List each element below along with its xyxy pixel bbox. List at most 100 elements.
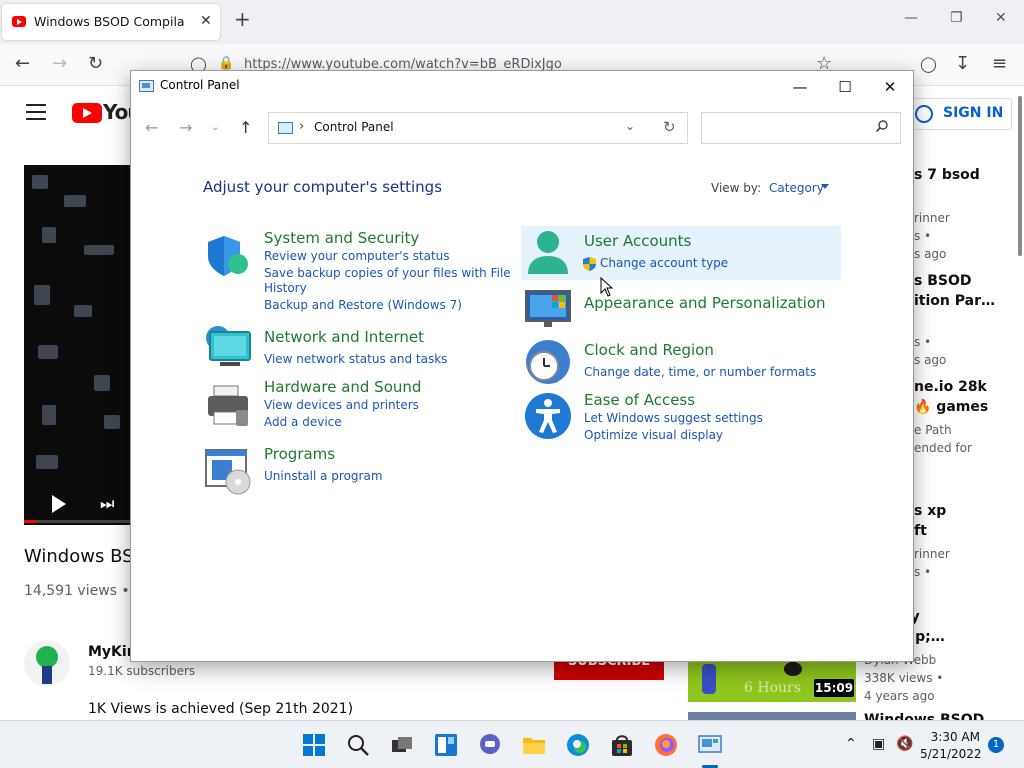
widgets-icon[interactable] [434, 733, 458, 757]
shield-icon[interactable] [204, 232, 252, 280]
chat-icon[interactable] [478, 733, 502, 757]
browser-close-button[interactable]: ✕ [995, 10, 1007, 26]
search-icon[interactable] [346, 733, 370, 757]
link-save-backup-line2[interactable]: History [264, 281, 307, 295]
volume-muted-icon[interactable]: 🔇 [896, 736, 913, 752]
chevron-down-icon[interactable] [821, 184, 829, 189]
link-optimize-visual-display[interactable]: Optimize visual display [584, 428, 723, 442]
category-user-accounts[interactable]: User Accounts [584, 232, 691, 250]
browser-restore-button[interactable]: ❐ [950, 10, 963, 26]
minimize-button[interactable]: — [777, 75, 823, 99]
control-panel-icon [278, 122, 293, 134]
search-icon [875, 120, 888, 133]
pocket-icon[interactable]: ◯ [920, 54, 937, 74]
forward-arrow-icon[interactable]: → [52, 54, 67, 74]
programs-icon[interactable] [204, 448, 252, 496]
account-icon [915, 105, 933, 123]
network-icon[interactable]: ▣ [872, 736, 885, 752]
play-icon[interactable] [52, 495, 66, 513]
page-scrollbar[interactable] [1018, 96, 1022, 256]
chevron-down-icon[interactable]: ⌄ [625, 119, 635, 133]
back-arrow-icon[interactable]: ← [145, 119, 158, 137]
recommendation-title-line2[interactable]: 🔥 games [914, 399, 994, 415]
recommendation-title[interactable]: Windows BSOD [864, 712, 994, 720]
recommendation-title[interactable]: s xp [914, 503, 994, 519]
category-ease-of-access[interactable]: Ease of Access [584, 391, 695, 409]
clock-time[interactable]: 3:30 AM [920, 730, 980, 744]
link-devices-printers[interactable]: View devices and printers [264, 398, 419, 412]
recommendation-channel: rinner [914, 211, 950, 225]
search-input[interactable] [701, 112, 901, 144]
link-change-account-type[interactable]: Change account type [600, 256, 728, 270]
forward-arrow-icon[interactable]: → [179, 119, 192, 137]
refresh-icon[interactable]: ↻ [663, 118, 676, 136]
tab-title: Windows BSOD Compilation #… [34, 14, 184, 29]
link-review-status[interactable]: Review your computer's status [264, 249, 450, 263]
clock-globe-icon[interactable] [524, 338, 572, 386]
reload-icon[interactable]: ↻ [88, 54, 103, 74]
printer-icon[interactable] [204, 382, 252, 430]
mouse-cursor-icon [600, 277, 614, 297]
next-track-icon[interactable]: ⏭ [100, 495, 118, 513]
youtube-logo-icon[interactable] [72, 103, 102, 123]
recommendation-title[interactable]: s 7 bsod [914, 167, 994, 183]
link-windows-suggest-settings[interactable]: Let Windows suggest settings [584, 411, 763, 425]
link-network-status[interactable]: View network status and tasks [264, 352, 447, 366]
view-by-dropdown[interactable]: Category [769, 181, 824, 195]
recommendation-title-line2[interactable]: ition Par… [914, 293, 994, 309]
address-bar[interactable]: › Control Panel ⌄ ↻ [268, 112, 688, 144]
link-uninstall-program[interactable]: Uninstall a program [264, 469, 383, 483]
category-clock-region[interactable]: Clock and Region [584, 341, 714, 359]
up-arrow-icon[interactable]: ↑ [239, 119, 252, 137]
breadcrumb[interactable]: Control Panel [314, 120, 394, 134]
recommendation-title[interactable]: s BSOD [914, 273, 994, 289]
link-change-date-time[interactable]: Change date, time, or number formats [584, 365, 816, 379]
video-player[interactable]: ⏭ [24, 165, 134, 525]
chevron-up-icon[interactable]: ⌃ [845, 736, 857, 752]
category-system-security[interactable]: System and Security [264, 229, 419, 247]
ease-of-access-icon[interactable] [524, 392, 572, 440]
downloads-icon[interactable]: ↧ [955, 54, 970, 74]
browser-minimize-button[interactable]: — [904, 10, 918, 26]
sign-in-button[interactable]: SIGN IN [906, 98, 1012, 130]
edge-icon[interactable] [566, 733, 590, 757]
recent-locations-chevron-icon[interactable]: ⌄ [211, 119, 219, 137]
video-progress-bar[interactable] [24, 520, 134, 523]
notification-badge[interactable]: 1 [988, 737, 1004, 753]
window-title-bar[interactable]: Control Panel — ☐ ✕ [131, 71, 913, 103]
recommendation-title[interactable]: ne.io 28k [914, 379, 994, 395]
category-hardware-sound[interactable]: Hardware and Sound [264, 378, 421, 396]
close-button[interactable]: ✕ [867, 75, 913, 99]
subscribe-button[interactable]: SUBSCRIBE [554, 660, 664, 680]
link-save-backup[interactable]: Save backup copies of your files with Fi… [264, 266, 511, 280]
channel-avatar[interactable] [24, 640, 70, 686]
hamburger-menu-icon[interactable] [26, 104, 46, 120]
store-icon[interactable] [610, 733, 634, 757]
network-globe-icon[interactable] [204, 324, 252, 372]
recommendation-views: s • [914, 565, 932, 579]
recommendation-thumbnail[interactable] [688, 712, 856, 720]
new-tab-button[interactable]: + [234, 9, 251, 29]
user-accounts-icon[interactable] [524, 230, 572, 278]
firefox-icon[interactable] [654, 733, 678, 757]
recommendation-channel: rinner [914, 547, 950, 561]
start-icon[interactable] [302, 733, 326, 757]
task-view-icon[interactable] [390, 733, 414, 757]
tab-close-button[interactable]: ✕ [200, 13, 212, 29]
clock-date[interactable]: 5/21/2022 [920, 747, 982, 761]
back-arrow-icon[interactable]: ← [15, 54, 30, 74]
file-explorer-icon[interactable] [522, 733, 546, 757]
link-backup-restore[interactable]: Backup and Restore (Windows 7) [264, 298, 462, 312]
category-programs[interactable]: Programs [264, 445, 335, 463]
category-appearance[interactable]: Appearance and Personalization [584, 294, 826, 312]
appearance-icon[interactable] [524, 285, 572, 333]
control-panel-icon[interactable] [698, 733, 722, 757]
category-network-internet[interactable]: Network and Internet [264, 328, 424, 346]
menu-icon[interactable]: ≡ [992, 54, 1007, 74]
maximize-button[interactable]: ☐ [822, 75, 868, 99]
breadcrumb-separator-icon[interactable]: › [299, 119, 304, 134]
browser-tab[interactable]: Windows BSOD Compilation #… ✕ [2, 4, 220, 40]
video-title: Windows BSOD [24, 546, 132, 567]
link-add-device[interactable]: Add a device [264, 415, 342, 429]
recommendation-title-line2[interactable]: ft [914, 523, 994, 539]
